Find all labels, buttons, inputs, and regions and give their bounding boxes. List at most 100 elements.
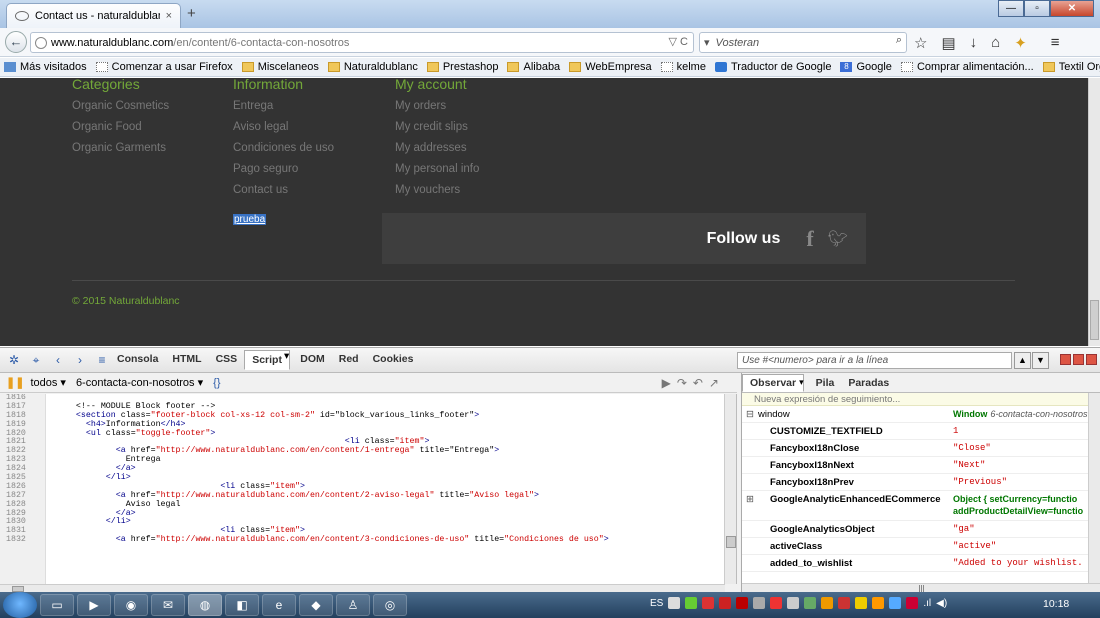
bookmark-0[interactable]: Más visitados — [4, 61, 87, 73]
expand-icon[interactable] — [742, 555, 758, 571]
language-indicator[interactable]: ES — [650, 598, 663, 609]
back-button[interactable]: ← — [5, 31, 27, 53]
bookmark-1[interactable]: Comenzar a usar Firefox — [95, 61, 233, 73]
inspect-icon[interactable]: ⌖ — [28, 353, 44, 368]
firebug-close-button[interactable] — [1086, 354, 1097, 365]
close-window-button[interactable]: ✕ — [1050, 0, 1094, 17]
tray-icon[interactable] — [719, 597, 732, 609]
firebug-tab-dom[interactable]: DOM — [293, 350, 332, 370]
footer-link[interactable]: Pago seguro — [233, 162, 334, 176]
script-source[interactable]: 1816 1817 1818 1819 1820 1821 1822 1823 1824 1825… — [0, 394, 737, 584]
watch-row[interactable]: GoogleAnalyticsObject "ga" — [742, 521, 1100, 538]
tray-icon[interactable] — [821, 597, 834, 609]
file-dropdown[interactable]: 6-contacta-con-nosotros ▾ — [76, 376, 203, 389]
footer-link[interactable]: My personal info — [395, 162, 479, 176]
bookmark-10[interactable]: Comprar alimentación... — [900, 61, 1034, 73]
tray-icon[interactable] — [668, 597, 681, 609]
firebug-tab-css[interactable]: CSS — [209, 350, 245, 370]
watch-tab-observar[interactable]: Observar — [742, 373, 805, 392]
expand-icon[interactable] — [742, 474, 758, 490]
firebug-tab-red[interactable]: Red — [332, 350, 366, 370]
bookmark-11[interactable]: Textil Organico — [1042, 61, 1100, 73]
tray-icon[interactable] — [855, 597, 868, 609]
watch-tab-pila[interactable]: Pila — [809, 375, 842, 391]
forward-icon[interactable]: › — [72, 353, 88, 367]
search-icon[interactable]: ⌕ — [896, 34, 902, 47]
tray-icon[interactable] — [736, 597, 749, 609]
signal-icon[interactable]: .ıl — [923, 598, 931, 609]
tray-icon[interactable] — [702, 597, 715, 609]
reading-list-icon[interactable]: ▤ — [941, 34, 955, 52]
minimize-button[interactable]: — — [998, 0, 1024, 17]
footer-link[interactable]: My addresses — [395, 141, 479, 155]
addon-icon[interactable]: ✦ — [1014, 34, 1027, 52]
firebug-tab-cookies[interactable]: Cookies — [366, 350, 421, 370]
debug-controls[interactable]: ▶↷↶↗ — [662, 376, 725, 390]
firebug-tab-consola[interactable]: Consola — [110, 350, 165, 370]
firebug-search-input[interactable]: Use #<numero> para ir a la línea — [737, 352, 1012, 369]
downloads-icon[interactable]: ↓ — [970, 34, 978, 52]
tab-contact-us[interactable]: Contact us - naturaldublanc × — [6, 3, 181, 28]
office-taskbar-icon[interactable]: ◧ — [225, 594, 259, 616]
tray-icon[interactable] — [889, 597, 902, 609]
volume-icon[interactable]: ◀) — [936, 598, 947, 609]
scrollbar-thumb[interactable] — [726, 536, 736, 548]
app2-taskbar-icon[interactable]: ◆ — [299, 594, 333, 616]
bookmark-5[interactable]: Alibaba — [507, 61, 560, 73]
line-number[interactable]: 1832 — [0, 535, 45, 545]
watch-row[interactable]: activeClass "active" — [742, 538, 1100, 555]
new-watch-expression[interactable]: Nueva expresión de seguimiento... — [742, 393, 1100, 406]
firebug-bug-icon[interactable]: ✲ — [6, 353, 22, 367]
maximize-button[interactable]: ▫ — [1024, 0, 1050, 17]
footer-link[interactable]: Organic Garments — [72, 141, 169, 155]
app-taskbar-icon[interactable]: ◉ — [114, 594, 148, 616]
app3-taskbar-icon[interactable]: ♙ — [336, 594, 370, 616]
bookmark-3[interactable]: Naturaldublanc — [327, 61, 418, 73]
tray-icon[interactable] — [787, 597, 800, 609]
watch-row[interactable]: FancyboxI18nPrev "Previous" — [742, 474, 1100, 491]
ie-taskbar-icon[interactable]: e — [262, 594, 296, 616]
chevron-up-icon[interactable]: ▲ — [1014, 352, 1031, 369]
command-line-icon[interactable]: ≡ — [94, 353, 110, 367]
tray-icon[interactable] — [753, 597, 766, 609]
filter-dropdown[interactable]: todos ▾ — [30, 376, 66, 389]
footer-link[interactable]: My vouchers — [395, 183, 479, 197]
watch-row[interactable]: FancyboxI18nNext "Next" — [742, 457, 1100, 474]
tray-icon[interactable] — [770, 597, 783, 609]
watch-row[interactable]: added_to_wishlist "Added to your wishlist… — [742, 555, 1100, 572]
reload-icon[interactable]: ▽ C — [669, 35, 688, 48]
bookmark-4[interactable]: Prestashop — [426, 61, 498, 73]
start-button[interactable] — [3, 592, 37, 618]
scrollbar-thumb[interactable] — [1090, 300, 1099, 340]
tray-icon[interactable] — [838, 597, 851, 609]
bookmark-8[interactable]: Traductor de Google — [714, 61, 831, 73]
chrome-taskbar-icon[interactable]: ◎ — [373, 594, 407, 616]
url-bar[interactable]: www.naturaldublanc.com /en/content/6-con… — [30, 32, 694, 53]
footer-link[interactable]: Aviso legal — [233, 120, 334, 134]
footer-link[interactable]: Contact us — [233, 183, 334, 197]
twitter-icon[interactable]: 🐦︎ — [828, 229, 848, 249]
prueba-link[interactable]: prueba — [233, 214, 267, 225]
search-engine-icon[interactable]: ▾ — [704, 36, 710, 49]
tray-icon[interactable] — [804, 597, 817, 609]
watch-row[interactable]: ⊞ GoogleAnalyticEnhancedECommerce Object {… — [742, 491, 1100, 521]
tray-icon[interactable] — [906, 597, 919, 609]
tab-close-icon[interactable]: × — [166, 10, 172, 22]
script-tab-dropdown-icon[interactable]: ▾ — [284, 350, 289, 370]
firebug-tab-html[interactable]: HTML — [165, 350, 208, 370]
footer-link[interactable]: Condiciones de uso — [233, 141, 334, 155]
mail-taskbar-icon[interactable]: ✉ — [151, 594, 185, 616]
menu-icon[interactable]: ≡ — [1051, 34, 1060, 52]
new-tab-button[interactable]: + — [187, 5, 196, 22]
expand-icon[interactable]: ⊞ — [742, 491, 758, 520]
bookmark-star-icon[interactable]: ☆ — [914, 34, 927, 52]
expand-icon[interactable] — [742, 457, 758, 473]
footer-link[interactable]: Organic Food — [72, 120, 169, 134]
watch-tab-dropdown-icon[interactable]: ▾ — [799, 377, 804, 388]
chevron-down-icon[interactable]: ▼ — [1032, 352, 1049, 369]
code-scrollbar[interactable] — [724, 394, 736, 584]
watch-row[interactable]: FancyboxI18nClose "Close" — [742, 440, 1100, 457]
watch-row[interactable]: ⊟ window Window 6-contacta-con-nosotros — [742, 406, 1100, 423]
pretty-print-button[interactable]: {} — [213, 377, 220, 389]
watch-row[interactable]: CUSTOMIZE_TEXTFIELD 1 — [742, 423, 1100, 440]
